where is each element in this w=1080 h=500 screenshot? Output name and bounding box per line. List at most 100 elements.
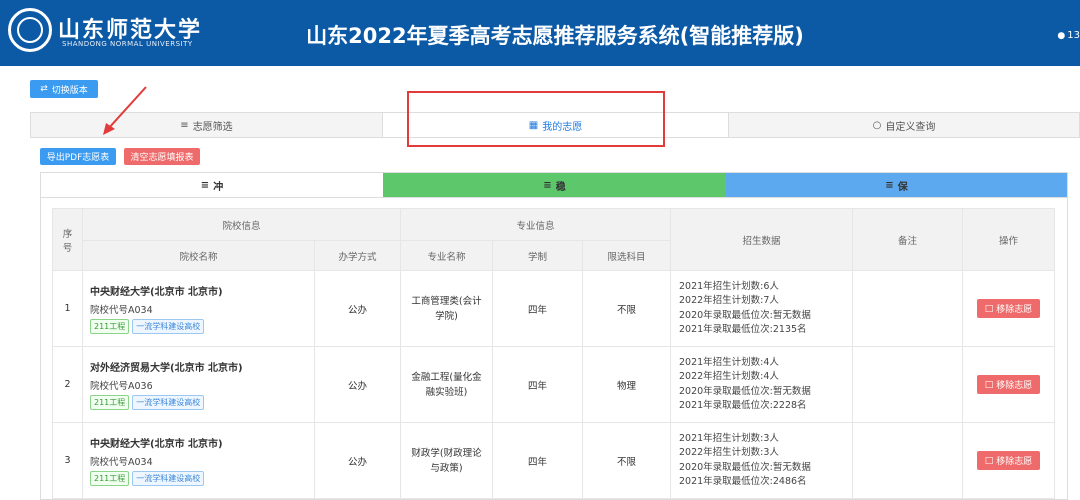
row-index: 1 — [52, 270, 83, 347]
category-match[interactable]: ≡ 稳 — [383, 173, 726, 197]
user-icon: ● — [1057, 31, 1066, 41]
filter-icon: ≡ — [180, 119, 189, 131]
trash-icon: □ — [984, 303, 994, 314]
notes-cell — [852, 270, 963, 347]
category-safe[interactable]: ≡ 保 — [726, 173, 1067, 197]
admission-line: 2020年录取最低位次:暂无数据 — [679, 309, 811, 321]
tag-double-first-class: 一流学科建设高校 — [132, 319, 205, 334]
app-header: 山东师范大学 SHANDONG NORMAL UNIVERSITY 山东2022… — [0, 0, 1080, 66]
switch-version-button[interactable]: ⇄ 切换版本 — [30, 80, 98, 98]
admission-data: 2021年招生计划数:3人 2022年招生计划数:3人 2020年录取最低位次:… — [670, 422, 853, 499]
trash-icon: □ — [984, 379, 994, 390]
highlight-box — [407, 91, 665, 147]
list-icon: ≡ — [885, 179, 894, 191]
trash-icon: □ — [984, 455, 994, 466]
category-tabs: ≡ 冲 ≡ 稳 ≡ 保 — [40, 172, 1068, 198]
school-code: 院校代号A034 — [90, 457, 153, 468]
table-row: 2 对外经济贸易大学(北京市 北京市) 院校代号A036 211工程 一流学科建设… — [52, 346, 1055, 423]
admission-line: 2021年录取最低位次:2135名 — [679, 324, 807, 335]
school-name[interactable]: 对外经济贸易大学(北京市 北京市) — [90, 359, 314, 374]
category-reach-label: 冲 — [213, 181, 224, 193]
operation-cell: □ 移除志愿 — [962, 270, 1055, 347]
header-admission: 招生数据 — [670, 208, 853, 271]
header-notes: 备注 — [852, 208, 963, 271]
tag-double-first-class: 一流学科建设高校 — [132, 471, 205, 486]
header-school-group: 院校信息 — [82, 208, 401, 241]
tag-211: 211工程 — [90, 395, 130, 410]
header-ownership: 办学方式 — [314, 240, 401, 271]
choices-table: 序号 院校信息 专业信息 招生数据 备注 操作 院校名称 办学方式 专业名称 学… — [52, 208, 1055, 499]
admission-data: 2021年招生计划数:6人 2022年招生计划数:7人 2020年录取最低位次:… — [670, 270, 853, 347]
admission-line: 2021年招生计划数:4人 — [679, 356, 779, 368]
clear-choices-button[interactable]: 清空志愿填报表 — [124, 148, 200, 165]
school-code: 院校代号A034 — [90, 305, 153, 316]
subjects: 不限 — [582, 422, 671, 499]
ownership: 公办 — [314, 346, 401, 423]
school-name[interactable]: 中央财经大学(北京市 北京市) — [90, 283, 314, 298]
table-row: 3 中央财经大学(北京市 北京市) 院校代号A034 211工程 一流学科建设高校… — [52, 422, 1055, 499]
duration: 四年 — [492, 346, 583, 423]
notes-cell — [852, 346, 963, 423]
duration: 四年 — [492, 270, 583, 347]
operation-cell: □ 移除志愿 — [962, 346, 1055, 423]
tag-211: 211工程 — [90, 319, 130, 334]
remove-choice-button[interactable]: □ 移除志愿 — [976, 375, 1041, 394]
list-icon: ≡ — [200, 179, 210, 191]
admission-line: 2021年招生计划数:3人 — [679, 432, 779, 444]
header-index: 序号 — [52, 208, 83, 271]
admission-data: 2021年招生计划数:4人 2022年招生计划数:4人 2020年录取最低位次:… — [670, 346, 853, 423]
admission-line: 2021年录取最低位次:2486名 — [679, 476, 807, 487]
notes-cell — [852, 422, 963, 499]
circle-icon: ○ — [872, 119, 882, 131]
category-reach[interactable]: ≡ 冲 — [41, 173, 383, 197]
school-name[interactable]: 中央财经大学(北京市 北京市) — [90, 435, 314, 450]
header-subjects: 限选科目 — [582, 240, 671, 271]
category-match-label: 稳 — [555, 181, 566, 193]
header-major-group: 专业信息 — [400, 208, 671, 241]
major-name: 金融工程(量化金融实验班) — [400, 346, 493, 423]
tab-filter-label: 志愿筛选 — [192, 121, 233, 133]
row-index: 2 — [52, 346, 83, 423]
tag-double-first-class: 一流学科建设高校 — [132, 395, 205, 410]
school-cell: 中央财经大学(北京市 北京市) 院校代号A034 211工程 一流学科建设高校 — [82, 270, 315, 347]
export-pdf-button[interactable]: 导出PDF志愿表 — [40, 148, 116, 165]
major-name: 工商管理类(会计学院) — [400, 270, 493, 347]
subjects: 不限 — [582, 270, 671, 347]
admission-line: 2022年招生计划数:7人 — [679, 295, 779, 306]
list-icon: ≡ — [543, 179, 552, 191]
ownership: 公办 — [314, 270, 401, 347]
category-safe-label: 保 — [897, 181, 908, 193]
row-index: 3 — [52, 422, 83, 499]
header-major-name: 专业名称 — [400, 240, 493, 271]
remove-label: 移除志愿 — [996, 381, 1033, 391]
school-cell: 中央财经大学(北京市 北京市) 院校代号A034 211工程 一流学科建设高校 — [82, 422, 315, 499]
admission-line: 2022年招生计划数:4人 — [679, 371, 779, 382]
admission-line: 2021年录取最低位次:2228名 — [679, 400, 807, 411]
system-title: 山东2022年夏季高考志愿推荐服务系统(智能推荐版) — [306, 24, 804, 48]
admission-line: 2020年录取最低位次:暂无数据 — [679, 461, 811, 473]
remove-choice-button[interactable]: □ 移除志愿 — [976, 451, 1041, 470]
remove-label: 移除志愿 — [996, 305, 1033, 315]
tab-custom-query[interactable]: ○ 自定义查询 — [729, 113, 1079, 137]
admission-line: 2021年招生计划数:6人 — [679, 280, 779, 292]
tag-211: 211工程 — [90, 471, 130, 486]
switch-icon: ⇄ — [40, 84, 48, 94]
operation-cell: □ 移除志愿 — [962, 422, 1055, 499]
tab-filter[interactable]: ≡ 志愿筛选 — [31, 113, 383, 137]
admission-line: 2020年录取最低位次:暂无数据 — [679, 385, 811, 397]
admission-line: 2022年招生计划数:3人 — [679, 447, 779, 458]
header-school-name: 院校名称 — [82, 240, 315, 271]
tab-custom-query-label: 自定义查询 — [885, 121, 936, 133]
header-duration: 学制 — [492, 240, 583, 271]
header-operation: 操作 — [962, 208, 1055, 271]
major-name: 财政学(财政理论与政策) — [400, 422, 493, 499]
subjects: 物理 — [582, 346, 671, 423]
remove-label: 移除志愿 — [996, 457, 1033, 467]
table-row: 1 中央财经大学(北京市 北京市) 院校代号A034 211工程 一流学科建设高校… — [52, 270, 1055, 347]
ownership: 公办 — [314, 422, 401, 499]
user-menu[interactable]: ● 13 — [1057, 30, 1080, 41]
switch-version-label: 切换版本 — [51, 85, 88, 96]
remove-choice-button[interactable]: □ 移除志愿 — [976, 299, 1041, 318]
school-cell: 对外经济贸易大学(北京市 北京市) 院校代号A036 211工程 一流学科建设高校 — [82, 346, 315, 423]
annotation-arrow — [103, 86, 147, 135]
